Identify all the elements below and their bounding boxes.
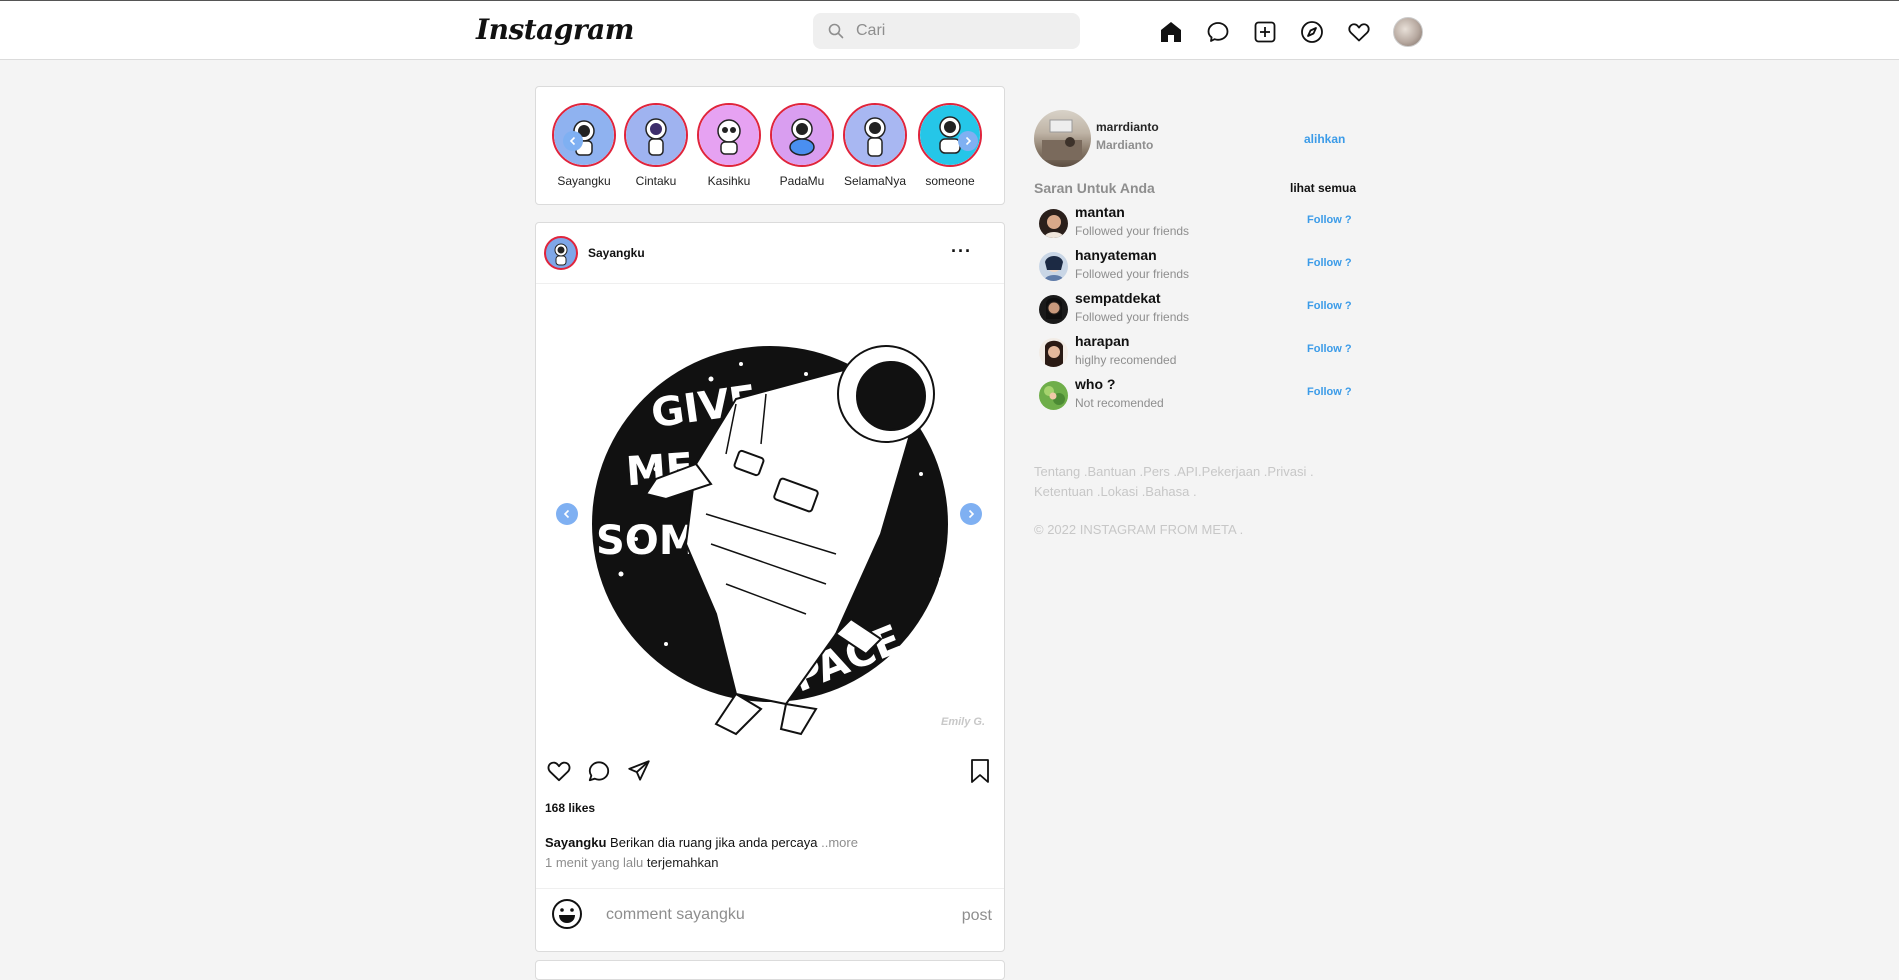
comment-icon[interactable] bbox=[586, 758, 612, 789]
image-next-arrow-icon[interactable] bbox=[960, 503, 982, 525]
activity-heart-icon[interactable] bbox=[1346, 19, 1372, 45]
suggestion-item: harapan higlhy recomended Follow ? bbox=[1039, 333, 1359, 373]
story-label: Cintaku bbox=[635, 174, 677, 188]
story-label: someone bbox=[925, 174, 975, 188]
comment-bar: post bbox=[536, 888, 1004, 952]
current-user-username[interactable]: marrdianto bbox=[1096, 120, 1159, 134]
translate-link[interactable]: terjemahkan bbox=[647, 855, 719, 870]
story-label: Kasihku bbox=[707, 174, 751, 188]
image-signature: Emily G. bbox=[941, 716, 986, 728]
story-avatar bbox=[552, 103, 616, 167]
story-item[interactable]: SelamaNya bbox=[840, 103, 910, 188]
current-user-name: Mardianto bbox=[1096, 138, 1154, 152]
image-prev-arrow-icon[interactable] bbox=[556, 503, 578, 525]
suggestion-avatar[interactable] bbox=[1039, 381, 1068, 410]
new-post-icon[interactable] bbox=[1252, 19, 1278, 45]
messenger-icon[interactable] bbox=[1205, 19, 1231, 45]
switch-account-link[interactable]: alihkan bbox=[1304, 132, 1345, 146]
post-caption: Sayangku Berikan dia ruang jika anda per… bbox=[545, 835, 858, 850]
search-input[interactable] bbox=[854, 21, 1058, 41]
suggestion-item: hanyateman Followed your friends Follow … bbox=[1039, 247, 1359, 287]
footer-links[interactable]: Tentang .Bantuan .Pers .API.Pekerjaan .P… bbox=[1034, 462, 1334, 502]
story-item[interactable]: Cintaku bbox=[621, 103, 691, 188]
suggestion-username[interactable]: mantan bbox=[1075, 204, 1125, 220]
suggestion-item: mantan Followed your friends Follow ? bbox=[1039, 204, 1359, 244]
search-icon bbox=[828, 23, 844, 39]
story-label: SelamaNya bbox=[843, 174, 907, 188]
suggestion-subtitle: Followed your friends bbox=[1075, 310, 1190, 324]
like-icon[interactable] bbox=[546, 758, 572, 789]
more-options-icon[interactable]: ··· bbox=[951, 241, 972, 262]
stories-tray: Sayangku Cintaku Kasihku PadaMu SelamaNy… bbox=[535, 86, 1005, 205]
explore-icon[interactable] bbox=[1299, 19, 1325, 45]
post-header: Sayangku ··· bbox=[536, 223, 1004, 284]
stories-prev-arrow-icon[interactable] bbox=[563, 131, 583, 151]
comment-input[interactable] bbox=[604, 905, 928, 925]
suggestion-avatar[interactable] bbox=[1039, 252, 1068, 281]
post-actions bbox=[546, 758, 666, 789]
stories-next-arrow-icon[interactable] bbox=[958, 131, 978, 151]
suggestions-title: Saran Untuk Anda bbox=[1034, 180, 1155, 196]
likes-count[interactable]: 168 likes bbox=[545, 801, 595, 815]
profile-avatar[interactable] bbox=[1393, 17, 1423, 47]
follow-button[interactable]: Follow ? bbox=[1307, 257, 1352, 269]
suggestion-avatar[interactable] bbox=[1039, 209, 1068, 238]
suggestion-item: who ? Not recomended Follow ? bbox=[1039, 376, 1359, 416]
caption-more-link[interactable]: ..more bbox=[821, 835, 858, 850]
next-feed-post bbox=[535, 960, 1005, 980]
suggestion-subtitle: Followed your friends bbox=[1075, 267, 1190, 281]
suggestion-subtitle: Followed your friends bbox=[1075, 224, 1190, 238]
post-time: 1 menit yang lalu terjemahkan bbox=[545, 855, 718, 870]
story-avatar bbox=[770, 103, 834, 167]
follow-button[interactable]: Follow ? bbox=[1307, 300, 1352, 312]
story-label: Sayangku bbox=[557, 174, 611, 188]
story-item[interactable]: Kasihku bbox=[694, 103, 764, 188]
post-author-avatar[interactable] bbox=[544, 236, 578, 270]
share-icon[interactable] bbox=[626, 758, 652, 789]
search-box[interactable] bbox=[813, 13, 1080, 49]
caption-username[interactable]: Sayangku bbox=[545, 835, 606, 850]
suggestion-username[interactable]: sempatdekat bbox=[1075, 290, 1161, 306]
story-item[interactable]: Sayangku bbox=[549, 103, 619, 188]
see-all-link[interactable]: lihat semua bbox=[1290, 181, 1356, 195]
suggestion-item: sempatdekat Followed your friends Follow… bbox=[1039, 290, 1359, 330]
post-timestamp: 1 menit yang lalu bbox=[545, 855, 644, 870]
caption-text: Berikan dia ruang jika anda percaya bbox=[610, 835, 818, 850]
suggestion-avatar[interactable] bbox=[1039, 295, 1068, 324]
story-label: PadaMu bbox=[779, 174, 825, 188]
story-avatar bbox=[624, 103, 688, 167]
copyright-text: © 2022 INSTAGRAM FROM META . bbox=[1034, 522, 1244, 537]
post-image[interactable]: GIVE ME SOME SPACE Emily G. bbox=[536, 284, 1004, 739]
suggestion-username[interactable]: who ? bbox=[1075, 376, 1115, 392]
suggestion-subtitle: higlhy recomended bbox=[1075, 353, 1177, 367]
home-icon[interactable] bbox=[1158, 19, 1184, 45]
suggestion-username[interactable]: hanyateman bbox=[1075, 247, 1157, 263]
post-author-username[interactable]: Sayangku bbox=[588, 246, 645, 260]
suggestion-subtitle: Not recomended bbox=[1075, 396, 1164, 410]
story-item[interactable]: PadaMu bbox=[767, 103, 837, 188]
post-comment-button[interactable]: post bbox=[962, 907, 992, 925]
follow-button[interactable]: Follow ? bbox=[1307, 386, 1352, 398]
suggestion-avatar[interactable] bbox=[1039, 338, 1068, 367]
follow-button[interactable]: Follow ? bbox=[1307, 343, 1352, 355]
follow-button[interactable]: Follow ? bbox=[1307, 214, 1352, 226]
feed-post: Sayangku ··· GIVE ME SOME SPACE Emily G.… bbox=[535, 222, 1005, 952]
emoji-icon[interactable] bbox=[551, 898, 583, 935]
story-avatar bbox=[697, 103, 761, 167]
suggestion-username[interactable]: harapan bbox=[1075, 333, 1129, 349]
bookmark-icon[interactable] bbox=[968, 758, 992, 789]
top-navbar: Instagram bbox=[0, 0, 1899, 60]
story-avatar bbox=[843, 103, 907, 167]
current-user-avatar[interactable] bbox=[1034, 110, 1091, 167]
instagram-logo[interactable]: Instagram bbox=[476, 13, 634, 46]
